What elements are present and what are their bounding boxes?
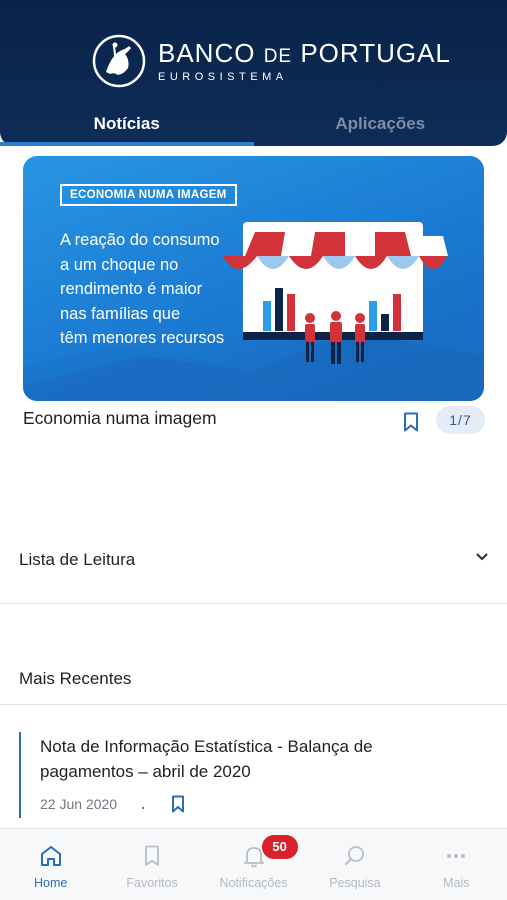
banner-line: rendimento é maior [60,280,203,298]
bookmark-icon[interactable] [403,412,419,432]
reading-list-title: Lista de Leitura [19,550,136,569]
brand-title-end: PORTUGAL [292,37,451,68]
nav-label: Home [34,876,68,890]
article-title: Nota de Informação Estatística - Balança… [40,737,373,781]
nav-pesquisa[interactable]: Pesquisa [304,829,405,900]
carousel-pager: 1/7 [436,406,485,434]
brand-title-part: BANCO [158,37,264,68]
brand-subtitle: EUROSISTEMA [158,70,288,83]
top-tabs: Notícias Aplicações [0,104,507,146]
brand-title-small: DE [263,45,293,67]
nav-home[interactable]: Home [0,829,101,900]
nav-label: Favoritos [126,876,178,890]
app-header: BANCO DE PORTUGAL EUROSISTEMA Notícias A… [0,0,507,146]
bank-logo: BANCO DE PORTUGAL EUROSISTEMA [92,34,451,88]
banner-line: a um choque no [60,255,179,274]
nav-notificacoes[interactable]: 50 Notificações [203,829,304,900]
article-meta: 22 Jun 2020 . [40,796,145,812]
nav-label: Mais [443,876,470,890]
search-icon [344,846,364,865]
tab-aplicacoes[interactable]: Aplicações [254,104,507,146]
meta-separator: . [141,796,145,812]
chevron-down-icon[interactable] [475,552,489,562]
bottom-navigation: Home Favoritos 50 Notificações Pesquisa … [0,828,507,900]
nav-favoritos[interactable]: Favoritos [101,829,202,900]
banner-caption: Economia numa imagem [23,408,217,428]
banner-line: A reação do consumo [60,231,220,249]
recent-section: Mais Recentes [0,640,507,705]
list-item[interactable]: Nota de Informação Estatística - Balança… [19,732,489,818]
home-icon [40,846,61,866]
banner-line: nas famílias que [60,304,181,323]
article-date: 22 Jun 2020 [40,796,118,812]
featured-banner[interactable]: ECONOMIA NUMA IMAGEM A reação do consumo… [23,156,484,401]
nav-label: Notificações [219,876,288,890]
tab-noticias[interactable]: Notícias [0,104,254,146]
recent-title: Mais Recentes [19,669,132,688]
nav-label: Pesquisa [329,876,381,890]
banner-line: têm menores recursos [60,329,225,347]
bank-emblem-icon [92,34,146,88]
banner-headline: A reação do consumo a um choque no rendi… [60,228,245,351]
nav-mais[interactable]: Mais [406,829,507,900]
more-icon [447,854,466,858]
brand-text: BANCO DE PORTUGAL EUROSISTEMA [158,40,451,83]
notification-badge: 50 [261,835,298,859]
brand-title: BANCO DE PORTUGAL [158,40,451,70]
reading-list-section[interactable]: Lista de Leitura [0,540,507,604]
bookmark-icon[interactable] [171,795,185,813]
bookmark-icon [145,845,160,866]
banner-tag: ECONOMIA NUMA IMAGEM [60,184,237,206]
banner-caption-row: Economia numa imagem 1/7 [23,404,485,438]
